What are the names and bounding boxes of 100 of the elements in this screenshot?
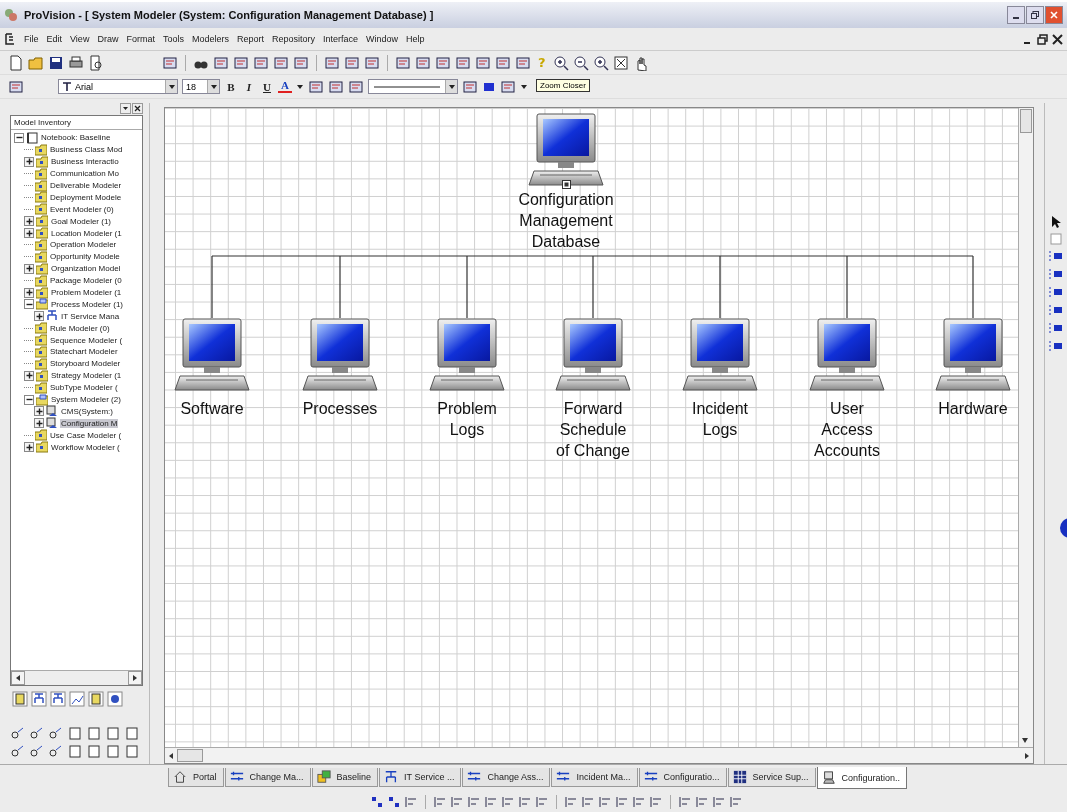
toolbar-icon[interactable] <box>364 54 380 71</box>
document-tab[interactable]: Service Sup... <box>727 768 816 787</box>
toolbar-icon[interactable] <box>328 78 344 95</box>
expand-toggle[interactable] <box>24 370 34 381</box>
document-tab[interactable]: Change Ass... <box>462 768 551 787</box>
tree-item[interactable]: Business Interactio <box>50 157 120 167</box>
tree-item[interactable]: IT Service Mana <box>60 311 121 321</box>
tree-item[interactable]: Goal Modeler (1) <box>50 216 113 226</box>
hierarchy-tab-icon[interactable] <box>50 691 66 707</box>
restore-icon[interactable] <box>1037 33 1048 45</box>
grid-tab-icon[interactable] <box>107 691 123 707</box>
toolbar-icon[interactable] <box>324 54 340 71</box>
toolbar-icon[interactable] <box>462 78 478 95</box>
document-tab[interactable]: Configuratio... <box>638 768 727 787</box>
toolbar-icon[interactable] <box>344 54 360 71</box>
tree-item[interactable]: Use Case Modeler ( <box>49 430 123 440</box>
toolbar-icon[interactable] <box>435 54 451 71</box>
expand-toggle[interactable] <box>34 406 44 417</box>
tree-item[interactable]: Deliverable Modeler <box>49 181 123 190</box>
layout-tool-icon[interactable] <box>1049 285 1063 299</box>
document-icon[interactable] <box>4 33 16 45</box>
tree-item[interactable]: Storyboard Modeler <box>49 359 122 369</box>
save-icon[interactable] <box>48 54 64 71</box>
collapse-toggle[interactable] <box>24 394 34 405</box>
hierarchy-tab-icon[interactable] <box>31 691 47 707</box>
layout-tool-icon[interactable] <box>1049 339 1063 353</box>
menu-item[interactable]: Interface <box>323 34 359 44</box>
scrollbar-thumb[interactable] <box>177 749 203 762</box>
document-tab-icon[interactable] <box>12 691 28 707</box>
tree-item[interactable]: System Modeler (2) <box>50 395 122 405</box>
toolbar-icon[interactable] <box>348 78 364 95</box>
chart-tab-icon[interactable] <box>69 691 85 707</box>
menu-item[interactable]: File <box>24 34 39 44</box>
expand-toggle[interactable] <box>24 216 34 227</box>
palette-tool-icon[interactable] <box>10 744 26 758</box>
palette-tool-icon[interactable] <box>29 744 45 758</box>
tree-item[interactable]: Strategy Modeler (1 <box>50 371 123 381</box>
layout-tool-icon[interactable] <box>1049 267 1063 281</box>
collapse-toggle[interactable] <box>14 132 24 143</box>
horizontal-scrollbar[interactable] <box>165 747 1033 763</box>
menu-item[interactable]: Format <box>126 34 155 44</box>
close-button[interactable] <box>132 103 143 114</box>
toolbar-icon[interactable] <box>415 54 431 71</box>
layout-tool-icon[interactable] <box>1049 249 1063 263</box>
print-preview-icon[interactable] <box>88 54 104 71</box>
expand-toggle[interactable] <box>24 228 34 239</box>
tree-item[interactable]: Problem Modeler (1 <box>50 288 123 297</box>
tree-item[interactable]: Package Modeler (0 <box>49 276 123 286</box>
document-tab[interactable]: Baseline <box>311 768 379 787</box>
menu-item[interactable]: Window <box>366 34 399 44</box>
tree-item[interactable]: Statechart Modeler <box>49 347 119 357</box>
document-tab[interactable]: Change Ma... <box>224 768 311 787</box>
collapse-toggle[interactable] <box>24 299 34 310</box>
document-tab[interactable]: Portal <box>168 768 224 787</box>
underline-button[interactable]: U <box>260 80 274 93</box>
tree-item[interactable]: Sequence Modeler ( <box>49 335 124 345</box>
expand-toggle[interactable] <box>24 156 34 167</box>
tree-item[interactable]: SubType Modeler ( <box>49 383 119 393</box>
tree-item[interactable]: Communication Mo <box>49 169 120 179</box>
toolbar-icon[interactable] <box>395 54 411 71</box>
printer-icon[interactable] <box>68 54 84 71</box>
line-style-dropdown[interactable] <box>368 79 458 94</box>
expand-toggle[interactable] <box>34 418 44 429</box>
scrollbar-thumb[interactable] <box>1020 109 1032 133</box>
bold-button[interactable]: B <box>224 80 238 93</box>
pointer-icon[interactable] <box>1050 215 1062 229</box>
menu-item[interactable]: Modelers <box>191 34 229 44</box>
new-document-icon[interactable] <box>8 54 24 71</box>
toolbar-icon[interactable] <box>233 54 249 71</box>
expand-toggle[interactable] <box>34 311 44 322</box>
palette-tool-icon[interactable] <box>10 726 26 740</box>
align-tool-icon[interactable] <box>387 795 401 809</box>
document-tab[interactable]: Incident Ma... <box>551 768 638 787</box>
italic-button[interactable]: I <box>242 80 256 93</box>
menu-item[interactable]: Tools <box>162 34 184 44</box>
tree-item[interactable]: Location Modeler (1 <box>50 228 123 238</box>
toolbar-icon[interactable] <box>475 54 491 71</box>
horizontal-scrollbar[interactable] <box>11 670 142 685</box>
tree-item[interactable]: Notebook: Baseline <box>40 133 112 143</box>
pin-button[interactable] <box>120 103 131 114</box>
document-tab[interactable]: IT Service ... <box>379 768 462 787</box>
tree-item[interactable]: Process Modeler (1) <box>50 299 125 309</box>
expand-toggle[interactable] <box>24 263 34 274</box>
toolbar-icon[interactable] <box>495 54 511 71</box>
tree-item[interactable]: Business Class Mod <box>49 145 124 155</box>
document-tab-icon[interactable] <box>88 691 104 707</box>
vertical-scrollbar[interactable] <box>1018 108 1033 747</box>
toolbar-icon[interactable] <box>455 54 471 71</box>
fit-icon[interactable] <box>612 54 629 71</box>
minimize-button[interactable] <box>1007 6 1025 24</box>
palette-tool-icon[interactable] <box>29 726 45 740</box>
handle-icon[interactable] <box>561 180 571 189</box>
palette-tool-icon[interactable] <box>48 726 64 740</box>
tree-item[interactable]: Opportunity Modele <box>49 252 121 262</box>
tree-item[interactable]: Event Modeler (0) <box>49 204 115 214</box>
toolbar-icon[interactable] <box>253 54 269 71</box>
layout-tool-icon[interactable] <box>1049 321 1063 335</box>
menu-item[interactable]: Repository <box>271 34 315 44</box>
toolbar-icon[interactable] <box>8 78 24 95</box>
color-button[interactable]: A <box>278 80 292 93</box>
